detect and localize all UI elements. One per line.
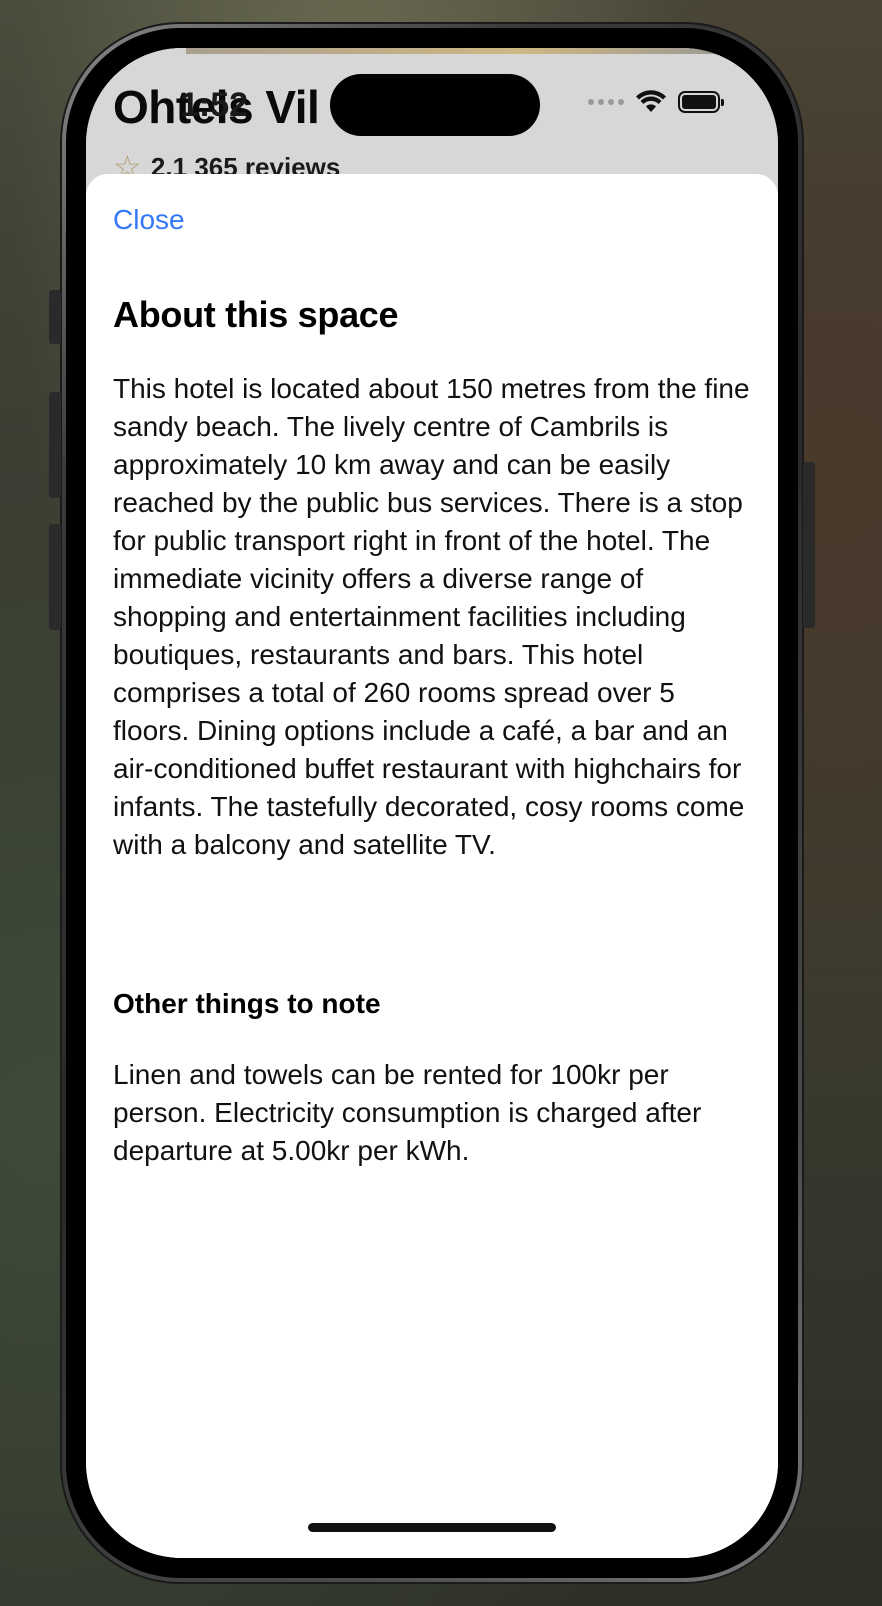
status-icons xyxy=(588,88,724,116)
about-sheet: Close About this space This hotel is loc… xyxy=(86,174,778,1558)
status-time: 1:52 xyxy=(180,86,249,124)
header-image-edge xyxy=(186,48,746,54)
notes-title: Other things to note xyxy=(113,988,381,1019)
screen: Ohtels Vil ☆ 2.1 365 reviews 1:52 Close … xyxy=(86,48,778,1558)
home-indicator[interactable] xyxy=(308,1523,556,1532)
action-button xyxy=(49,290,61,344)
battery-icon xyxy=(678,91,724,113)
description-text: This hotel is located about 150 metres f… xyxy=(113,373,750,860)
wifi-icon xyxy=(636,90,666,112)
power-button xyxy=(803,462,815,628)
sheet-title: About this space xyxy=(113,294,399,335)
volume-up-button xyxy=(49,392,61,498)
signal-icon xyxy=(588,99,624,105)
notes-text: Linen and towels can be rented for 100kr… xyxy=(113,1059,702,1166)
volume-down-button xyxy=(49,524,61,630)
close-button[interactable]: Close xyxy=(113,204,185,236)
dynamic-island xyxy=(330,74,540,136)
